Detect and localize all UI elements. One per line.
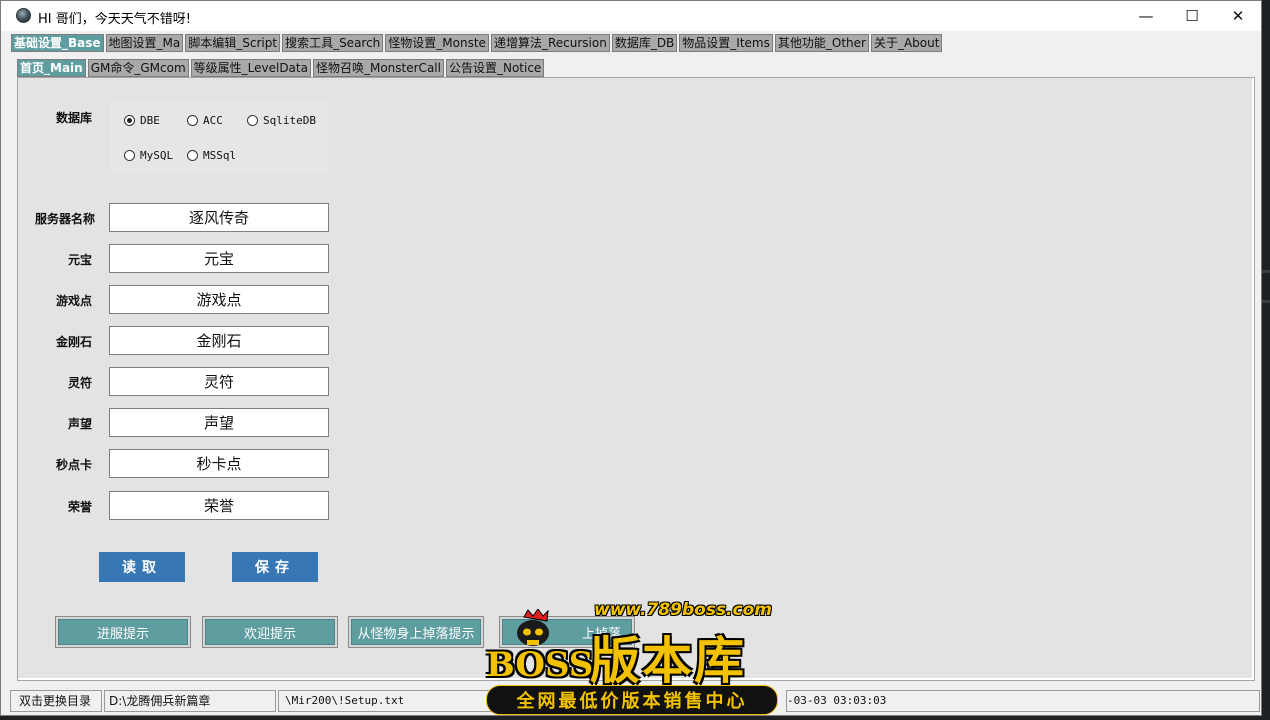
database-radio-group: DBE ACC SqliteDB MySQL MSSql xyxy=(110,100,328,174)
skull-icon xyxy=(517,609,549,646)
tab-recursion[interactable]: 递增算法_Recursion xyxy=(490,34,610,52)
enter-tip-button[interactable]: 进服提示 xyxy=(58,619,188,645)
tab-gmcom[interactable]: GM命令_GMcom xyxy=(87,59,189,77)
watermark-logo: www.789boss.com BOSS 版本库 全网最低价版本销售中心 xyxy=(484,585,784,717)
yuanbao-label: 元宝 xyxy=(67,253,92,267)
game-point-label: 游戏点 xyxy=(55,294,92,308)
radio-acc-dot xyxy=(187,115,198,126)
title-bar[interactable]: HI 哥们，今天天气不错呀! — ☐ ✕ xyxy=(1,1,1261,31)
talisman-label: 灵符 xyxy=(67,376,92,390)
server-name-label: 服务器名称 xyxy=(34,212,95,226)
monster-drop-tip-button[interactable]: 从怪物身上掉落提示 xyxy=(351,619,481,645)
honor-label: 荣誉 xyxy=(67,500,92,514)
window-title: HI 哥们，今天天气不错呀! xyxy=(38,12,191,27)
watermark-subtitle: 全网最低价版本销售中心 xyxy=(486,685,778,715)
tab-about[interactable]: 关于_About xyxy=(870,34,943,52)
tab-notice[interactable]: 公告设置_Notice xyxy=(445,59,545,77)
datetime-cell: -03-03 03:03:03 xyxy=(786,690,1260,712)
diamond-input[interactable] xyxy=(109,326,329,355)
talisman-input[interactable] xyxy=(109,367,329,396)
radio-sqlitedb-dot xyxy=(247,115,258,126)
save-button[interactable]: 保存 xyxy=(232,552,318,582)
welcome-tip-button[interactable]: 欢迎提示 xyxy=(205,619,335,645)
radio-sqlitedb[interactable]: SqliteDB xyxy=(247,114,316,127)
radio-dbe[interactable]: DBE xyxy=(124,114,160,127)
radio-mssql[interactable]: MSSql xyxy=(187,149,236,162)
database-label: 数据库 xyxy=(55,111,92,125)
game-point-input[interactable] xyxy=(109,285,329,314)
directory-cell: D:\龙腾佣兵新篇章 xyxy=(104,690,276,712)
minimize-icon[interactable]: — xyxy=(1123,1,1169,31)
radio-mssql-dot xyxy=(187,150,198,161)
tab-db[interactable]: 数据库_DB xyxy=(611,34,678,52)
tab-map[interactable]: 地图设置_Ma xyxy=(105,34,184,52)
radio-sqlitedb-label: SqliteDB xyxy=(263,114,316,127)
second-card-input[interactable] xyxy=(109,449,329,478)
setup-file-cell: \Mir200\!Setup.txt xyxy=(278,690,498,712)
radio-dbe-dot xyxy=(124,115,135,126)
enter-tip-frame: 进服提示 xyxy=(55,616,191,648)
tab-main[interactable]: 首页_Main xyxy=(17,59,86,77)
main-tab-strip: 基础设置_Base 地图设置_Ma 脚本编辑_Script 搜索工具_Searc… xyxy=(11,34,944,52)
radio-dbe-label: DBE xyxy=(140,114,160,127)
diamond-label: 金刚石 xyxy=(55,335,92,349)
sub-tab-strip: 首页_Main GM命令_GMcom 等级属性_LevelData 怪物召唤_M… xyxy=(17,59,546,77)
monster-drop-tip-frame: 从怪物身上掉落提示 xyxy=(348,616,484,648)
tab-search[interactable]: 搜索工具_Search xyxy=(282,34,384,52)
tab-other[interactable]: 其他功能_Other xyxy=(774,34,869,52)
prestige-label: 声望 xyxy=(67,417,92,431)
radio-mssql-label: MSSql xyxy=(203,149,237,162)
change-dir-cell[interactable]: 双击更换目录 xyxy=(10,690,102,712)
second-card-label: 秒点卡 xyxy=(55,458,92,472)
prestige-input[interactable] xyxy=(109,408,329,437)
tab-monstercall[interactable]: 怪物召唤_MonsterCall xyxy=(312,59,444,77)
maximize-icon[interactable]: ☐ xyxy=(1169,1,1215,31)
app-icon xyxy=(16,8,31,23)
radio-acc-label: ACC xyxy=(203,114,223,127)
tab-leveldata[interactable]: 等级属性_LevelData xyxy=(190,59,311,77)
watermark-title: 版本库 xyxy=(590,632,746,690)
tab-script[interactable]: 脚本编辑_Script xyxy=(185,34,281,52)
honor-input[interactable] xyxy=(109,491,329,520)
radio-mysql-dot xyxy=(124,150,135,161)
read-button[interactable]: 读取 xyxy=(99,552,185,582)
welcome-tip-frame: 欢迎提示 xyxy=(202,616,338,648)
watermark-url: www.789boss.com xyxy=(594,600,772,620)
watermark-brand: BOSS xyxy=(486,645,594,685)
yuanbao-input[interactable] xyxy=(109,244,329,273)
radio-mysql-label: MySQL xyxy=(140,149,174,162)
radio-mysql[interactable]: MySQL xyxy=(124,149,173,162)
tab-monster[interactable]: 怪物设置_Monste xyxy=(385,34,489,52)
close-icon[interactable]: ✕ xyxy=(1215,1,1261,31)
radio-acc[interactable]: ACC xyxy=(187,114,223,127)
server-name-input[interactable] xyxy=(109,203,329,232)
tab-base[interactable]: 基础设置_Base xyxy=(11,34,104,52)
tab-items[interactable]: 物品设置_Items xyxy=(679,34,773,52)
